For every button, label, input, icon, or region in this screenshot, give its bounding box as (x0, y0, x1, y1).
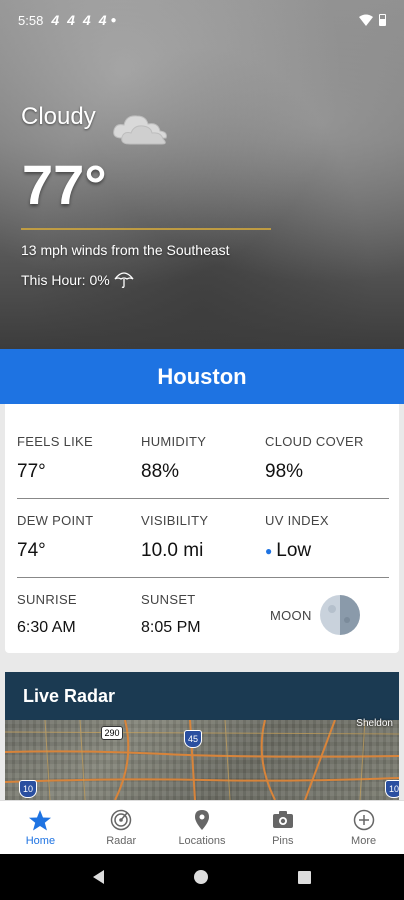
moon-phase: MOON (270, 595, 360, 635)
feels-like-value: 77° (17, 461, 46, 482)
nav-home-label: Home (25, 834, 56, 847)
highway-shield-290: 290 (101, 726, 123, 740)
recent-apps-icon[interactable] (298, 870, 311, 884)
dew-point-value: 74° (17, 540, 46, 561)
home-icon[interactable] (194, 870, 208, 884)
humidity-value: 88% (141, 461, 180, 482)
umbrella-icon (114, 272, 134, 288)
precip-this-hour-text: This Hour: 0% (21, 272, 110, 288)
status-time: 5:58 (18, 12, 44, 28)
live-radar-title: Live Radar (23, 685, 116, 706)
visibility-label: VISIBILITY (141, 513, 209, 528)
more-notifications-dot-icon: ● (110, 14, 117, 26)
uv-indicator-dot-icon: ● (265, 543, 273, 558)
city-header: Houston (0, 349, 404, 404)
back-icon[interactable] (93, 870, 104, 884)
plus-circle-icon (353, 809, 374, 830)
live-radar-card[interactable]: Live Radar 290 45 10 10 Sheldon (5, 672, 399, 800)
feels-like-label: FEELS LIKE (17, 434, 93, 449)
star-icon (29, 809, 52, 830)
moon-label: MOON (270, 607, 312, 623)
notification-icon: 4 (51, 12, 60, 28)
interstate-shield-45: 45 (184, 730, 202, 748)
city-name: Houston (157, 363, 247, 389)
map-roads (5, 720, 399, 800)
radar-icon (110, 809, 132, 830)
dew-point-label: DEW POINT (17, 513, 94, 528)
map-place-label: Sheldon (356, 718, 393, 729)
wind-summary: 13 mph winds from the Southeast (21, 242, 230, 258)
weather-hero: 5:58 4 4 4 4 ● Cloudy 77° 13 mph winds f… (0, 0, 404, 349)
nav-radar-label: Radar (106, 834, 137, 847)
dew-point: DEW POINT 74° (17, 513, 93, 562)
conditions-details-card: FEELS LIKE 77° HUMIDITY 88% CLOUD COVER … (5, 404, 399, 653)
sunset-value: 8:05 PM (141, 619, 201, 636)
battery-icon (379, 14, 386, 26)
wifi-icon (359, 14, 373, 26)
nav-more[interactable]: More (323, 801, 404, 854)
interstate-shield-10: 10 (385, 780, 399, 798)
bottom-navigation: Home Radar Locations Pins More (0, 800, 404, 854)
nav-pins[interactable]: Pins (242, 801, 323, 854)
notification-icons: 4 4 4 4 (51, 12, 106, 28)
cloud-cover-label: CLOUD COVER (265, 434, 364, 449)
system-navigation-bar (0, 854, 404, 900)
moon-phase-icon (319, 595, 360, 635)
status-bar: 5:58 4 4 4 4 ● (0, 0, 404, 40)
divider (17, 498, 389, 499)
notification-icon: 4 (98, 12, 107, 28)
nav-radar[interactable]: Radar (81, 801, 162, 854)
current-condition: Cloudy (21, 103, 96, 130)
location-pin-icon (194, 809, 209, 830)
radar-map[interactable]: 290 45 10 10 Sheldon (5, 718, 399, 800)
notification-icon: 4 (67, 12, 75, 28)
nav-locations-label: Locations (178, 834, 226, 847)
nav-more-label: More (351, 834, 377, 847)
uv-index-value: Low (276, 540, 312, 561)
sunrise-value: 6:30 AM (17, 619, 76, 636)
uv-index: UV INDEX ● Low (265, 513, 329, 562)
nav-pins-label: Pins (272, 834, 294, 847)
sunset-label: SUNSET (141, 592, 196, 607)
notification-icon: 4 (82, 12, 91, 28)
uv-index-label: UV INDEX (265, 513, 329, 528)
divider (17, 577, 389, 578)
cloud-icon (113, 115, 167, 145)
sunset: SUNSET 8:05 PM (141, 592, 201, 637)
camera-icon (272, 810, 293, 828)
live-radar-header[interactable]: Live Radar (5, 672, 399, 720)
humidity: HUMIDITY 88% (141, 434, 206, 483)
precip-this-hour: This Hour: 0% (21, 271, 134, 289)
nav-locations[interactable]: Locations (162, 801, 243, 854)
feels-like: FEELS LIKE 77° (17, 434, 93, 483)
hero-divider (21, 228, 271, 230)
nav-home[interactable]: Home (0, 801, 81, 854)
current-temperature: 77° (22, 153, 107, 216)
uv-index-value-wrap: ● Low (265, 540, 329, 562)
cloud-cover: CLOUD COVER 98% (265, 434, 364, 483)
sunrise: SUNRISE 6:30 AM (17, 592, 77, 637)
interstate-shield-10: 10 (19, 780, 37, 798)
sunrise-label: SUNRISE (17, 592, 77, 607)
visibility: VISIBILITY 10.0 mi (141, 513, 208, 562)
cloud-cover-value: 98% (265, 461, 304, 482)
visibility-value: 10.0 mi (141, 540, 204, 561)
humidity-label: HUMIDITY (141, 434, 207, 449)
